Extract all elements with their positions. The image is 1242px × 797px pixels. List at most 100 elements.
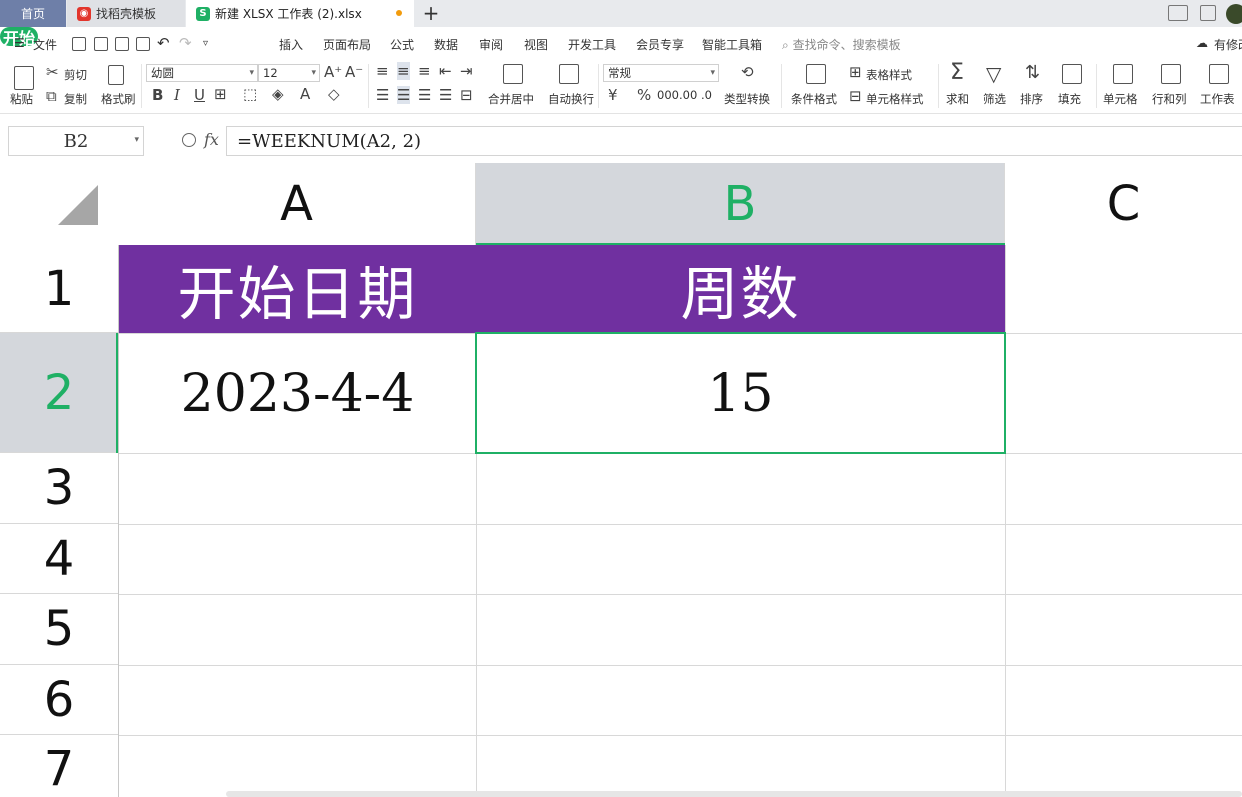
menu-formulas[interactable]: 公式 [390,36,414,53]
sum-button[interactable]: 求和 [946,91,969,107]
collab-status[interactable]: 有修改 [1214,36,1242,53]
eraser-icon[interactable]: ◇ [328,85,340,103]
paste-icon[interactable] [14,66,34,90]
indent-decrease-icon[interactable]: ⇤ [439,62,452,80]
row-header-3[interactable]: 3 [0,453,118,524]
redo-icon[interactable]: ↷ [179,34,192,52]
merge-center-button[interactable]: 合并居中 [488,91,534,107]
cell-a2[interactable]: 2023-4-4 [119,334,476,453]
menu-view[interactable]: 视图 [524,36,548,53]
column-header-b[interactable]: B [476,163,1005,245]
clear-format-icon[interactable]: ⬚ [243,85,257,103]
zoom-icon[interactable] [182,133,196,147]
percent-icon[interactable]: % [637,86,651,104]
new-tab-button[interactable]: + [420,1,442,25]
row-header-6[interactable]: 6 [0,665,118,735]
sort-icon[interactable]: ⇅ [1025,62,1040,83]
bold-icon[interactable]: B [152,86,163,104]
copy-button[interactable]: 复制 [64,91,87,107]
row-header-4[interactable]: 4 [0,524,118,594]
currency-icon[interactable]: ¥ [608,86,618,104]
row-header-1[interactable]: 1 [0,245,118,333]
formula-input[interactable]: =WEEKNUM(A2, 2) [226,126,1242,156]
menu-page-layout[interactable]: 页面布局 [323,36,371,53]
worksheet-icon[interactable] [1209,64,1229,84]
increase-decimal-icon[interactable]: .00 [679,88,697,102]
worksheet-button[interactable]: 工作表 [1200,91,1235,107]
italic-icon[interactable]: I [174,86,180,104]
tab-document[interactable]: S 新建 XLSX 工作表 (2).xlsx [186,0,414,27]
format-painter-icon[interactable] [108,65,124,85]
horizontal-scrollbar[interactable] [226,791,1242,797]
cloud-sync-icon[interactable]: ☁ [1196,36,1208,50]
row-header-7[interactable]: 7 [0,735,118,797]
menu-member[interactable]: 会员专享 [636,36,684,53]
increase-font-icon[interactable]: A⁺ [324,63,342,81]
tab-templates[interactable]: ◉ 找稻壳模板 [67,0,185,27]
font-name-select[interactable]: 幼圆 [146,64,258,82]
filter-icon[interactable]: ▽ [986,62,1001,86]
cell-b1[interactable]: 周数 [476,245,1005,333]
type-convert-button[interactable]: 类型转换 [724,91,770,107]
format-painter-button[interactable]: 格式刷 [101,91,136,107]
align-left-icon[interactable]: ☰ [376,86,389,104]
align-bottom-icon[interactable]: ≡ [418,62,431,80]
chevron-down-icon[interactable]: ▾ [134,135,139,145]
conditional-format-icon[interactable] [806,64,826,84]
undo-icon[interactable]: ↶ [157,34,170,52]
align-right-icon[interactable]: ☰ [418,86,431,104]
grid-apps-icon[interactable] [1200,5,1216,21]
menu-insert[interactable]: 插入 [279,36,303,53]
scissors-icon[interactable]: ✂ [46,63,59,81]
quick-access-more-icon[interactable]: ▿ [203,38,208,49]
merge-center-icon[interactable] [503,64,523,84]
cut-button[interactable]: 剪切 [64,67,87,83]
underline-icon[interactable]: U [194,86,205,104]
menu-data[interactable]: 数据 [434,36,458,53]
print-preview-icon[interactable] [136,37,150,51]
sort-button[interactable]: 排序 [1020,91,1043,107]
font-size-select[interactable]: 12 [258,64,320,82]
borders-icon[interactable]: ⊞ [214,85,227,103]
font-color-icon[interactable]: A [300,85,310,103]
export-icon[interactable] [94,37,108,51]
sum-icon[interactable]: Σ [950,60,964,85]
decrease-font-icon[interactable]: A⁻ [345,63,363,81]
column-header-a[interactable]: A [118,163,476,245]
justify-icon[interactable]: ☰ [439,86,452,104]
align-middle-icon[interactable]: ≡ [397,62,410,80]
fill-color-icon[interactable]: ◈ [272,85,284,103]
paste-button[interactable]: 粘贴 [10,91,33,107]
cell-icon[interactable] [1113,64,1133,84]
fill-down-icon[interactable] [1062,64,1082,84]
filter-button[interactable]: 筛选 [983,91,1006,107]
name-box[interactable]: B2 ▾ [8,126,144,156]
cell-a1[interactable]: 开始日期 [119,245,476,333]
align-center-icon[interactable]: ☰ [397,86,411,104]
wrap-text-button[interactable]: 自动换行 [548,91,594,107]
indent-increase-icon[interactable]: ⇥ [460,62,473,80]
tab-home[interactable]: 首页 [0,0,66,27]
cell-button[interactable]: 单元格 [1103,91,1138,107]
avatar[interactable] [1226,4,1242,24]
menu-smart-toolbox[interactable]: 智能工具箱 [702,36,762,53]
convert-icon[interactable]: ⟲ [741,63,754,81]
thousands-icon[interactable]: 000 [657,88,679,102]
column-header-c[interactable]: C [1005,163,1242,245]
distributed-icon[interactable]: ⊟ [460,86,473,104]
fill-button[interactable]: 填充 [1058,91,1081,107]
align-top-icon[interactable]: ≡ [376,62,389,80]
select-all-corner[interactable] [0,163,118,245]
row-header-2[interactable]: 2 [0,333,118,453]
table-style-icon[interactable]: ⊞ [849,63,862,81]
print-icon[interactable] [115,37,129,51]
table-style-button[interactable]: 表格样式 [866,67,912,83]
menu-file[interactable]: 文件 [33,36,57,53]
wrap-text-icon[interactable] [559,64,579,84]
hamburger-icon[interactable]: ☰ [14,36,25,50]
row-header-5[interactable]: 5 [0,594,118,665]
decrease-decimal-icon[interactable]: .0 [701,88,712,102]
rows-cols-icon[interactable] [1161,64,1181,84]
menu-review[interactable]: 审阅 [479,36,503,53]
window-layout-icon[interactable] [1168,5,1188,21]
